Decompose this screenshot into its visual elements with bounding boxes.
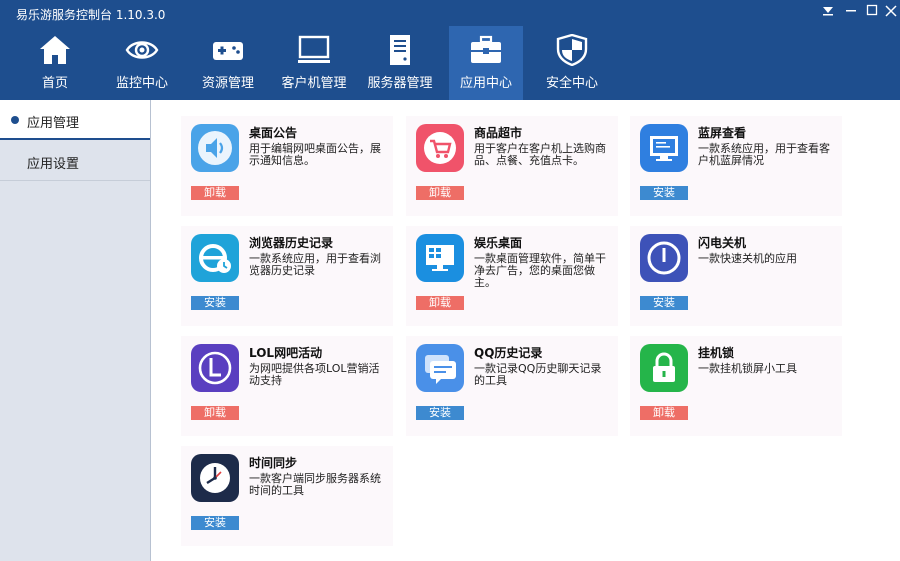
nav-label: 安全中心 bbox=[545, 76, 598, 91]
app-card[interactable]: 浏览器历史记录 一款系统应用，用于查看浏览器历史记录 安装 bbox=[181, 226, 393, 326]
nav-security-center[interactable]: 安全中心 bbox=[530, 26, 614, 100]
main-nav: 首页 监控中心 资源管理 客户机管理 服务器管理 应用中心 安全中心 bbox=[0, 26, 900, 100]
app-description: 一款客户端同步服务器系统时间的工具 bbox=[249, 472, 381, 497]
active-dot-icon bbox=[11, 116, 19, 124]
app-description: 为网吧提供各项LOL营销活动支持 bbox=[249, 362, 380, 387]
app-grid: 桌面公告 用于编辑网吧桌面公告，展示通知信息。 卸载 商品超市 用于客户在客户机… bbox=[151, 100, 900, 561]
app-name: 闪电关机 bbox=[698, 236, 747, 250]
app-description: 用于客户在客户机上选购商品、点餐、充值点卡。 bbox=[474, 142, 606, 167]
uninstall-button[interactable]: 卸载 bbox=[191, 406, 239, 420]
uninstall-button[interactable]: 卸载 bbox=[640, 406, 688, 420]
app-description: 一款快速关机的应用 bbox=[698, 252, 797, 265]
speaker-icon bbox=[191, 124, 239, 172]
app-card[interactable]: 挂机锁 一款挂机锁屏小工具 卸载 bbox=[630, 336, 842, 436]
clock-icon bbox=[191, 454, 239, 502]
app-card[interactable]: 桌面公告 用于编辑网吧桌面公告，展示通知信息。 卸载 bbox=[181, 116, 393, 216]
app-name: 桌面公告 bbox=[249, 126, 298, 140]
lock-icon bbox=[640, 344, 688, 392]
app-name: QQ历史记录 bbox=[474, 346, 543, 360]
eye-icon bbox=[125, 41, 159, 59]
shopping-cart-icon bbox=[416, 124, 464, 172]
browser-history-icon bbox=[191, 234, 239, 282]
toolbox-icon bbox=[471, 35, 501, 63]
power-icon bbox=[640, 234, 688, 282]
app-card[interactable]: 闪电关机 一款快速关机的应用 安装 bbox=[630, 226, 842, 326]
app-card[interactable]: QQ历史记录 一款记录QQ历史聊天记录的工具 安装 bbox=[406, 336, 618, 436]
install-button[interactable]: 安装 bbox=[416, 406, 464, 420]
sidebar-item-label: 应用管理 bbox=[27, 116, 80, 131]
uninstall-button[interactable]: 卸载 bbox=[416, 186, 464, 200]
app-name: 时间同步 bbox=[249, 456, 298, 470]
nav-monitor-center[interactable]: 监控中心 bbox=[100, 26, 184, 100]
server-icon bbox=[390, 35, 410, 65]
nav-app-center[interactable]: 应用中心 bbox=[449, 26, 523, 100]
sidebar-item-app-management[interactable]: 应用管理 bbox=[0, 100, 150, 140]
desktop-icon bbox=[416, 234, 464, 282]
install-button[interactable]: 安装 bbox=[640, 296, 688, 310]
app-name: 浏览器历史记录 bbox=[249, 236, 334, 250]
gamepad-icon bbox=[213, 42, 243, 60]
app-description: 用于编辑网吧桌面公告，展示通知信息。 bbox=[249, 142, 381, 167]
maximize-icon[interactable] bbox=[862, 3, 882, 23]
window-title: 易乐游服务控制台 1.10.3.0 bbox=[16, 8, 166, 22]
shield-icon bbox=[556, 34, 588, 66]
nav-label: 应用中心 bbox=[459, 76, 512, 91]
monitor-icon bbox=[298, 35, 330, 63]
home-icon bbox=[40, 36, 70, 64]
app-description: 一款桌面管理软件，简单干净去广告，您的桌面您做主。 bbox=[474, 252, 606, 289]
app-name: 娱乐桌面 bbox=[474, 236, 523, 250]
lol-icon bbox=[191, 344, 239, 392]
install-button[interactable]: 安装 bbox=[640, 186, 688, 200]
app-description: 一款记录QQ历史聊天记录的工具 bbox=[474, 362, 602, 387]
app-card[interactable]: 商品超市 用于客户在客户机上选购商品、点餐、充值点卡。 卸载 bbox=[406, 116, 618, 216]
app-card[interactable]: 蓝屏查看 一款系统应用，用于查看客户机蓝屏情况 安装 bbox=[630, 116, 842, 216]
chat-icon bbox=[416, 344, 464, 392]
uninstall-button[interactable]: 卸载 bbox=[191, 186, 239, 200]
nav-label: 首页 bbox=[41, 76, 68, 91]
minimize-icon[interactable] bbox=[841, 3, 861, 23]
nav-resource-management[interactable]: 资源管理 bbox=[186, 26, 270, 100]
app-name: 挂机锁 bbox=[698, 346, 735, 360]
sidebar-item-label: 应用设置 bbox=[27, 157, 80, 172]
nav-home[interactable]: 首页 bbox=[14, 26, 96, 100]
app-name: 蓝屏查看 bbox=[698, 126, 747, 140]
title-bar: 易乐游服务控制台 1.10.3.0 bbox=[0, 0, 900, 26]
app-card[interactable]: LOL网吧活动 为网吧提供各项LOL营销活动支持 卸载 bbox=[181, 336, 393, 436]
app-name: LOL网吧活动 bbox=[249, 346, 323, 360]
sidebar-item-app-settings[interactable]: 应用设置 bbox=[0, 141, 150, 181]
blue-screen-icon bbox=[640, 124, 688, 172]
sidebar: 应用管理 应用设置 bbox=[0, 100, 151, 561]
nav-label: 客户机管理 bbox=[281, 76, 347, 91]
app-name: 商品超市 bbox=[474, 126, 523, 140]
app-description: 一款挂机锁屏小工具 bbox=[698, 362, 797, 375]
app-card[interactable]: 娱乐桌面 一款桌面管理软件，简单干净去广告，您的桌面您做主。 卸载 bbox=[406, 226, 618, 326]
install-button[interactable]: 安装 bbox=[191, 296, 239, 310]
nav-label: 服务器管理 bbox=[367, 76, 433, 91]
nav-label: 监控中心 bbox=[115, 76, 168, 91]
nav-server-management[interactable]: 服务器管理 bbox=[358, 26, 442, 100]
close-icon[interactable] bbox=[881, 3, 900, 23]
uninstall-button[interactable]: 卸载 bbox=[416, 296, 464, 310]
app-description: 一款系统应用，用于查看客户机蓝屏情况 bbox=[698, 142, 830, 167]
app-card[interactable]: 时间同步 一款客户端同步服务器系统时间的工具 安装 bbox=[181, 446, 393, 546]
app-description: 一款系统应用，用于查看浏览器历史记录 bbox=[249, 252, 381, 277]
install-button[interactable]: 安装 bbox=[191, 516, 239, 530]
dropdown-menu-icon[interactable] bbox=[818, 3, 838, 23]
nav-client-management[interactable]: 客户机管理 bbox=[272, 26, 356, 100]
nav-label: 资源管理 bbox=[201, 76, 254, 91]
